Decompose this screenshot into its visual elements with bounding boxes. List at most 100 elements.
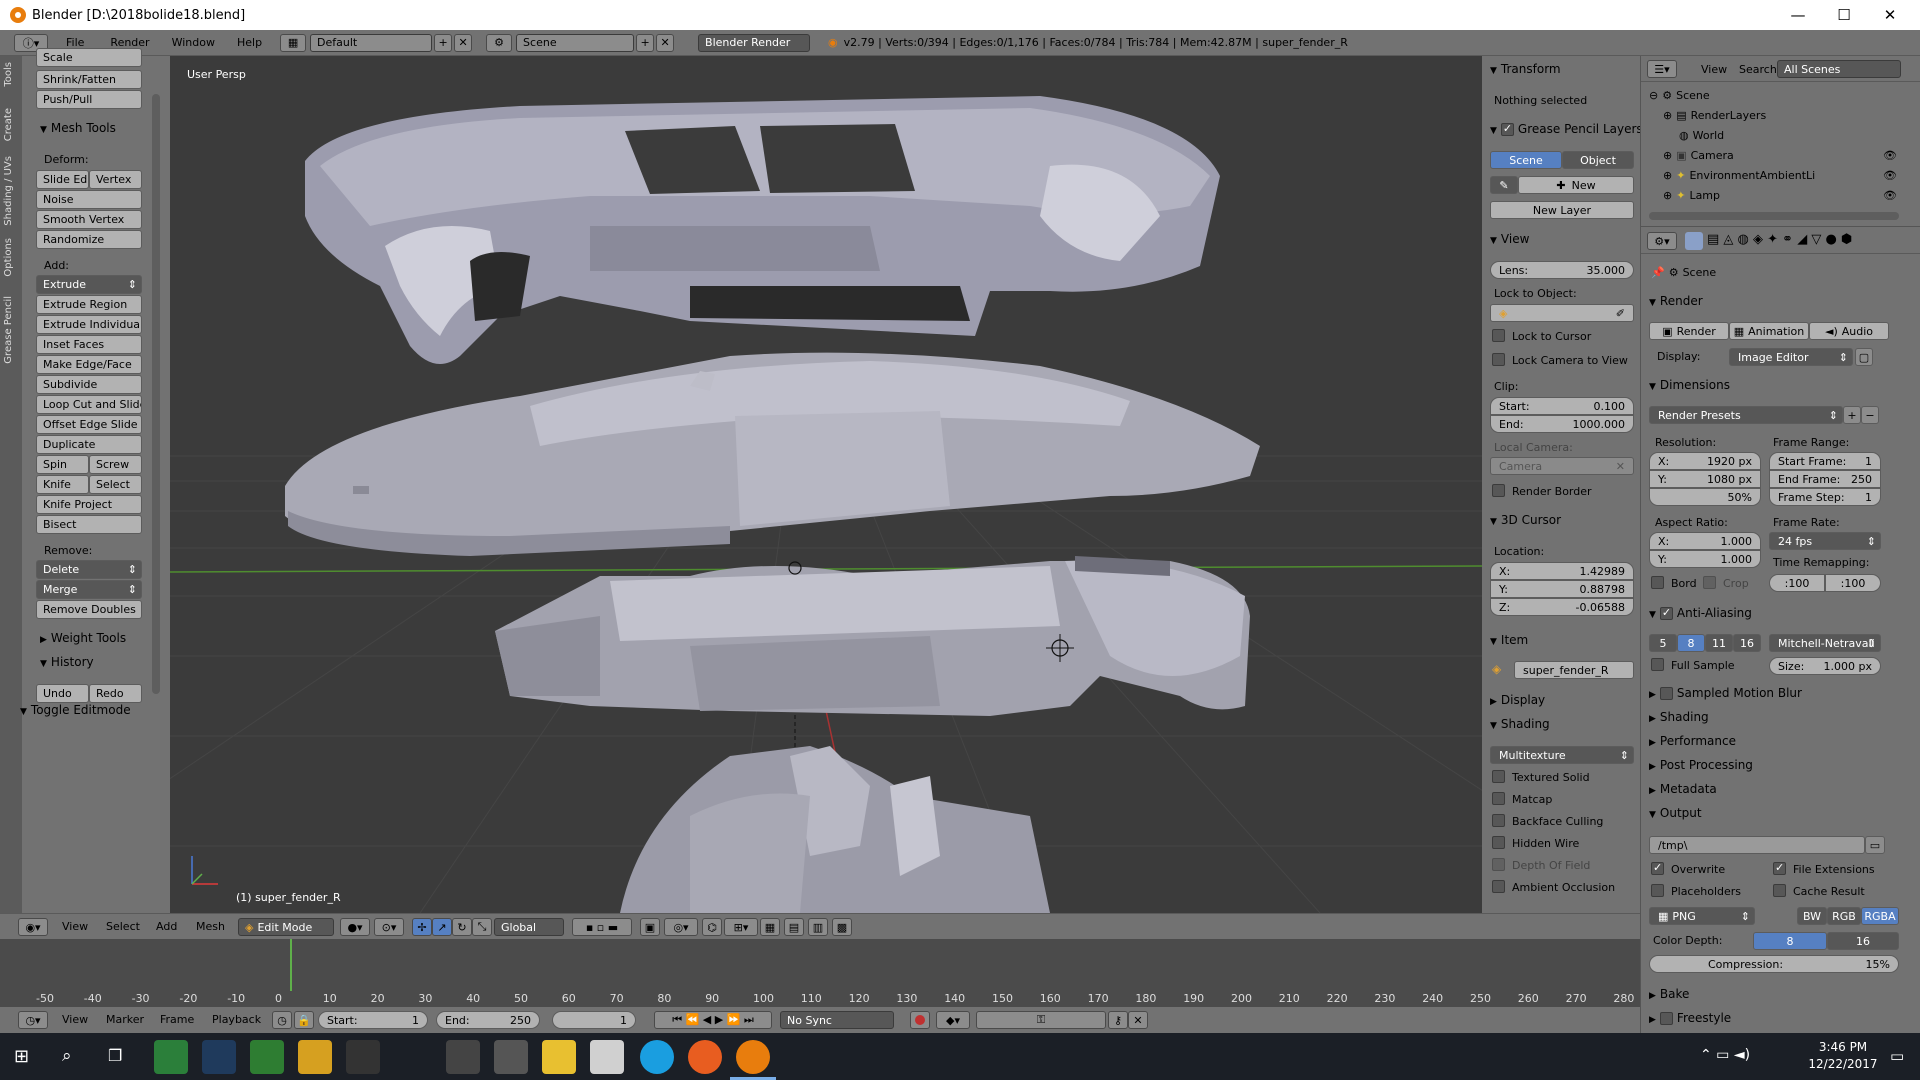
preset-remove-icon[interactable]: − bbox=[1861, 406, 1879, 424]
calculator-icon[interactable] bbox=[446, 1040, 480, 1074]
timeline-menu-frame[interactable]: Frame bbox=[160, 1013, 194, 1026]
multitexture-select[interactable]: Multitexture ⇕ bbox=[1490, 746, 1634, 764]
end-frame-field[interactable]: End Frame: 250 bbox=[1769, 470, 1881, 488]
file-extensions-checkbox[interactable] bbox=[1773, 861, 1786, 875]
lock-camera-checkbox[interactable] bbox=[1492, 353, 1505, 366]
extra-view2-icon[interactable]: ▩ bbox=[832, 918, 852, 936]
lock-to-cursor-checkbox[interactable] bbox=[1492, 329, 1505, 342]
current-frame-field[interactable]: 1 bbox=[552, 1011, 636, 1029]
outliner-row-world[interactable]: ◍ World bbox=[1641, 125, 1903, 145]
matcap-checkbox[interactable] bbox=[1492, 792, 1505, 805]
menu-window[interactable]: Window bbox=[172, 36, 215, 49]
spreadsheet-icon[interactable] bbox=[250, 1040, 284, 1074]
color-depth-8[interactable]: 8 bbox=[1753, 932, 1827, 950]
3d-cursor-panel-header[interactable]: ▼ 3D Cursor bbox=[1490, 513, 1561, 527]
knife-button[interactable]: Knife bbox=[36, 475, 89, 494]
context-icons-row[interactable]: ▤ ◬ ◍ ◈ ✦ ⚭ ◢ ▽ ● ⬢ bbox=[1707, 232, 1852, 247]
undo-button[interactable]: Undo bbox=[36, 684, 89, 703]
remap-old-field[interactable]: :100 bbox=[1769, 574, 1825, 592]
view3d-menu-add[interactable]: Add bbox=[156, 920, 177, 933]
tool-shelf-scrollbar[interactable] bbox=[152, 94, 160, 694]
windows-start-icon[interactable]: ⊞ bbox=[14, 1046, 29, 1067]
clip-start-field[interactable]: Start: 0.100 bbox=[1490, 397, 1634, 415]
compression-slider[interactable]: Compression: 15% bbox=[1649, 955, 1899, 973]
bake-panel-header[interactable]: ▶ Bake bbox=[1649, 987, 1689, 1001]
layout-field[interactable]: Default bbox=[310, 33, 433, 52]
textured-solid-checkbox[interactable] bbox=[1492, 770, 1505, 783]
aspect-y-field[interactable]: Y: 1.000 bbox=[1649, 550, 1761, 568]
pin-icon[interactable]: 📌 bbox=[1651, 266, 1665, 279]
mail-icon[interactable] bbox=[494, 1040, 528, 1074]
anti-aliasing-checkbox[interactable] bbox=[1659, 606, 1673, 620]
extrude-dropdown[interactable]: Extrude ⇕ bbox=[36, 275, 142, 294]
aa-filter-select[interactable]: Mitchell-Netravali ⇕ bbox=[1769, 634, 1881, 652]
sticky-notes-icon[interactable] bbox=[542, 1040, 576, 1074]
outliner-row-renderlayers[interactable]: ⊕ ▤ RenderLayers bbox=[1641, 105, 1903, 125]
file-format-select[interactable]: ▦ PNG ⇕ bbox=[1649, 907, 1755, 925]
new-layer-button[interactable]: New Layer bbox=[1490, 201, 1634, 219]
timeline-end-field[interactable]: End: 250 bbox=[436, 1011, 540, 1029]
ambient-occlusion-checkbox[interactable] bbox=[1492, 880, 1505, 893]
skype-icon[interactable] bbox=[640, 1040, 674, 1074]
extra-view-icon[interactable]: ▥ bbox=[808, 918, 828, 936]
color-rgb-button[interactable]: RGB bbox=[1827, 907, 1861, 925]
viewport-shading-icon[interactable]: ●▾ bbox=[340, 918, 370, 936]
tab-options[interactable]: Options bbox=[3, 238, 14, 277]
insert-keyframe-icon[interactable]: ⚷ bbox=[1108, 1011, 1128, 1029]
output-panel-header[interactable]: ▼ Output bbox=[1649, 806, 1702, 820]
select-mode-icons[interactable]: ▪ ▫ ▬ bbox=[572, 918, 632, 936]
sync-mode-select[interactable]: No Sync bbox=[780, 1011, 894, 1029]
item-panel-header[interactable]: ▼ Item bbox=[1490, 633, 1528, 647]
motion-blur-checkbox[interactable] bbox=[1659, 687, 1673, 700]
cursor-y-field[interactable]: Y: 0.88798 bbox=[1490, 580, 1634, 598]
weight-tools-panel-header[interactable]: ▶ Weight Tools bbox=[40, 631, 126, 645]
metadata-panel-header[interactable]: ▶ Metadata bbox=[1649, 782, 1717, 796]
color-rgba-button[interactable]: RGBA bbox=[1861, 907, 1899, 925]
scene-icon[interactable]: ⚙ bbox=[486, 33, 513, 52]
view3d-menu-select[interactable]: Select bbox=[106, 920, 140, 933]
animation-button[interactable]: ▦ Animation bbox=[1729, 322, 1809, 340]
motion-blur-panel-header[interactable]: ▶ Sampled Motion Blur bbox=[1649, 686, 1802, 700]
tab-grease-pencil[interactable]: Grease Pencil bbox=[3, 296, 14, 364]
keyframe-type-icon[interactable]: ◆▾ bbox=[936, 1011, 970, 1029]
shading-render-panel-header[interactable]: ▶ Shading bbox=[1649, 710, 1709, 724]
grease-scene-button[interactable]: Scene bbox=[1490, 151, 1562, 169]
blender-taskbar-icon[interactable] bbox=[736, 1040, 770, 1074]
render-border-checkbox[interactable] bbox=[1492, 484, 1505, 497]
outliner-row-scene[interactable]: ⊖ ⚙ Scene bbox=[1641, 85, 1903, 105]
knife-select-button[interactable]: Select bbox=[89, 475, 142, 494]
3d-view-editor-icon[interactable]: ◉▾ bbox=[18, 918, 48, 936]
outliner-scrollbar[interactable] bbox=[1649, 212, 1899, 220]
loop-cut-slide-button[interactable]: Loop Cut and Slide bbox=[36, 395, 142, 414]
shrink-fatten-button[interactable]: Shrink/Fatten bbox=[36, 70, 142, 89]
aa-samples-11[interactable]: 11 bbox=[1705, 634, 1733, 652]
shading-panel-header[interactable]: ▼ Shading bbox=[1490, 717, 1550, 731]
app-icon[interactable] bbox=[346, 1040, 380, 1074]
grease-pencil-checkbox[interactable] bbox=[1500, 122, 1514, 136]
overwrite-checkbox[interactable] bbox=[1651, 861, 1664, 875]
clock-time[interactable]: 3:46 PM bbox=[1806, 1040, 1880, 1054]
merge-dropdown[interactable]: Merge ⇕ bbox=[36, 580, 142, 599]
pencil-icon[interactable]: ✎ bbox=[1490, 176, 1518, 194]
render-button[interactable]: ▣ Render bbox=[1649, 322, 1729, 340]
manipulator-toggle-icon[interactable]: ✢ bbox=[412, 918, 432, 936]
clock-date[interactable]: 12/22/2017 bbox=[1806, 1057, 1880, 1071]
audio-button[interactable]: ◄) Audio bbox=[1809, 322, 1889, 340]
tab-shading-uvs[interactable]: Shading / UVs bbox=[3, 156, 14, 226]
slide-edge-button[interactable]: Slide Ed bbox=[36, 170, 89, 189]
visibility-eye-icon[interactable]: 👁 bbox=[1883, 189, 1897, 202]
mesh-tools-panel-header[interactable]: ▼ Mesh Tools bbox=[40, 121, 116, 135]
remove-doubles-button[interactable]: Remove Doubles bbox=[36, 600, 142, 619]
timeline-start-field[interactable]: Start: 1 bbox=[318, 1011, 428, 1029]
view-panel-header[interactable]: ▼ View bbox=[1490, 232, 1529, 246]
opengl-render-icon[interactable]: ▦ bbox=[760, 918, 780, 936]
outliner-menu-search[interactable]: Search bbox=[1739, 63, 1777, 76]
backface-culling-checkbox[interactable] bbox=[1492, 814, 1505, 827]
delete-keyframe-icon[interactable]: ✕ bbox=[1128, 1011, 1148, 1029]
remap-new-field[interactable]: :100 bbox=[1825, 574, 1881, 592]
folder-icon[interactable]: ▭ bbox=[1865, 836, 1885, 854]
lock-interface-icon[interactable]: ▢ bbox=[1855, 348, 1873, 366]
clear-icon[interactable]: ✕ bbox=[1616, 460, 1625, 473]
preview-range-icon[interactable]: ◷ bbox=[272, 1011, 292, 1029]
push-pull-button[interactable]: Push/Pull bbox=[36, 90, 142, 109]
